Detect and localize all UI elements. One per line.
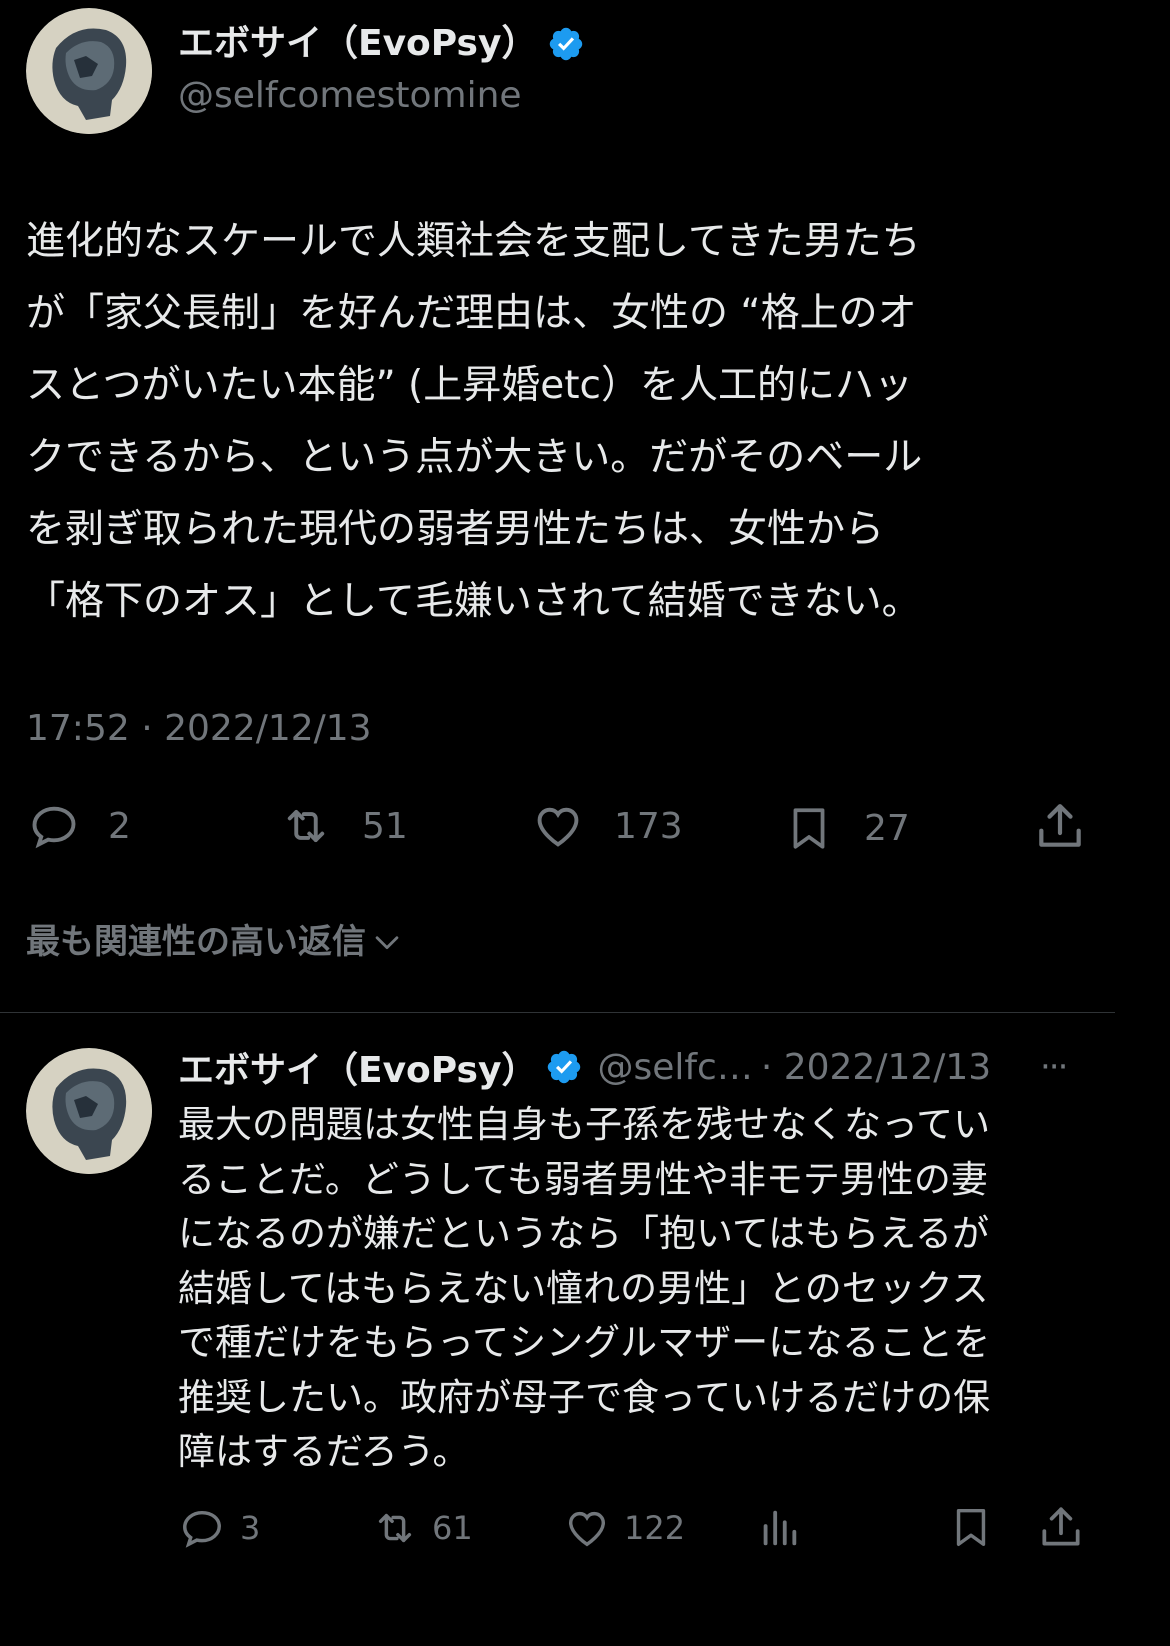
tweet-text: 進化的なスケールで人類社会を支配してきた男たち が「家父長制」を好んだ理由は、女… <box>26 206 1101 638</box>
more-options-button[interactable]: ··· <box>1040 1044 1068 1090</box>
analytics-icon <box>763 1510 797 1546</box>
reply-sort-label: 最も関連性の高い返信 <box>26 922 366 962</box>
tweet-text-line: を剥ぎ取られた現代の弱者男性たちは、女性から <box>26 507 885 552</box>
reply-sort-dropdown[interactable]: 最も関連性の高い返信 <box>26 918 404 966</box>
like-count: 173 <box>614 805 683 847</box>
reply-bookmark-action[interactable] <box>948 1502 994 1552</box>
reply-reply-count: 3 <box>240 1509 261 1547</box>
tweet-text-line: 進化的なスケールで人類社会を支配してきた男たち <box>26 219 921 264</box>
reply-handle[interactable]: @selfc… <box>597 1047 752 1088</box>
like-action[interactable]: 173 <box>530 800 683 852</box>
reply-views-action[interactable] <box>756 1504 802 1552</box>
verified-badge-icon <box>550 27 583 61</box>
reply-like-count: 122 <box>624 1509 686 1547</box>
reply-author-name[interactable]: エボサイ（EvoPsy） <box>178 1041 537 1093</box>
reply-reply-action[interactable]: 3 <box>178 1504 260 1552</box>
tweet-text-line: スとつがいたい本能” (上昇婚etc）を人工的にハッ <box>26 363 913 408</box>
reply-text-line: 結婚してはもらえない憧れの男性」とのセックス <box>178 1266 989 1310</box>
reply-date[interactable]: · 2022/12/13 <box>761 1047 991 1088</box>
tweet-text-line: 「格下のオス」として毛嫌いされて結婚できない。 <box>26 579 921 624</box>
reply-header: エボサイ（EvoPsy） @selfc… · 2022/12/13 <box>178 1042 1098 1092</box>
reply-like-action[interactable]: 122 <box>564 1504 685 1552</box>
retweet-icon <box>287 809 325 843</box>
reply-author-avatar[interactable] <box>26 1048 152 1174</box>
reply-text-line: ることだ。どうしても弱者男性や非モテ男性の妻 <box>178 1157 988 1201</box>
reply-action[interactable]: 2 <box>26 800 131 852</box>
verified-badge-icon <box>548 1050 581 1084</box>
divider <box>0 1012 1115 1013</box>
tweet-text-line: が「家父長制」を好んだ理由は、女性の “格上のオ <box>26 291 917 336</box>
reply-retweet-action[interactable]: 61 <box>368 1504 473 1552</box>
author-handle[interactable]: @selfcomestomine <box>178 72 522 120</box>
reply-text-line: になるのが嫌だというなら「抱いてはもらえるが <box>178 1212 990 1255</box>
avatar-art-icon <box>26 1048 152 1174</box>
share-action[interactable] <box>1032 798 1088 854</box>
reply-count: 2 <box>108 805 131 847</box>
tweet-timestamp[interactable]: 17:52 · 2022/12/13 <box>26 706 372 752</box>
reply-retweet-count: 61 <box>432 1509 473 1547</box>
author-name[interactable]: エボサイ（EvoPsy） <box>178 20 585 68</box>
chevron-down-icon <box>375 936 399 950</box>
bookmark-icon <box>793 808 825 849</box>
retweet-count: 51 <box>362 805 408 847</box>
author-avatar[interactable] <box>26 8 152 134</box>
share-icon <box>1042 1507 1080 1546</box>
reply-icon <box>32 806 76 849</box>
bookmark-count: 27 <box>864 807 910 849</box>
reply-share-action[interactable] <box>1036 1502 1086 1552</box>
heart-icon <box>537 807 579 847</box>
reply-text-line: 障はするだろう。 <box>178 1430 470 1473</box>
reply-text: 最大の問題は女性自身も子孫を残せなくなってい ることだ。どうしても弱者男性や非モ… <box>178 1098 1098 1480</box>
bookmark-icon <box>956 1508 986 1546</box>
heart-icon <box>568 1511 606 1547</box>
reply-text-line: 推奨したい。政府が母子で食っていけるだけの保 <box>178 1375 991 1419</box>
retweet-action[interactable]: 51 <box>274 800 408 852</box>
reply-text-line: で種だけをもらってシングルマザーになることを <box>178 1321 991 1364</box>
retweet-icon <box>378 1513 412 1543</box>
tweet-text-line: クできるから、という点が大きい。だがそのベール <box>26 435 923 480</box>
reply-icon <box>183 1510 221 1548</box>
author-name-text: エボサイ（EvoPsy） <box>178 23 538 64</box>
avatar-art-icon <box>26 8 152 134</box>
reply-text-line: 最大の問題は女性自身も子孫を残せなくなってい <box>178 1103 991 1146</box>
bookmark-action[interactable]: 27 <box>784 800 910 856</box>
share-icon <box>1039 804 1081 847</box>
